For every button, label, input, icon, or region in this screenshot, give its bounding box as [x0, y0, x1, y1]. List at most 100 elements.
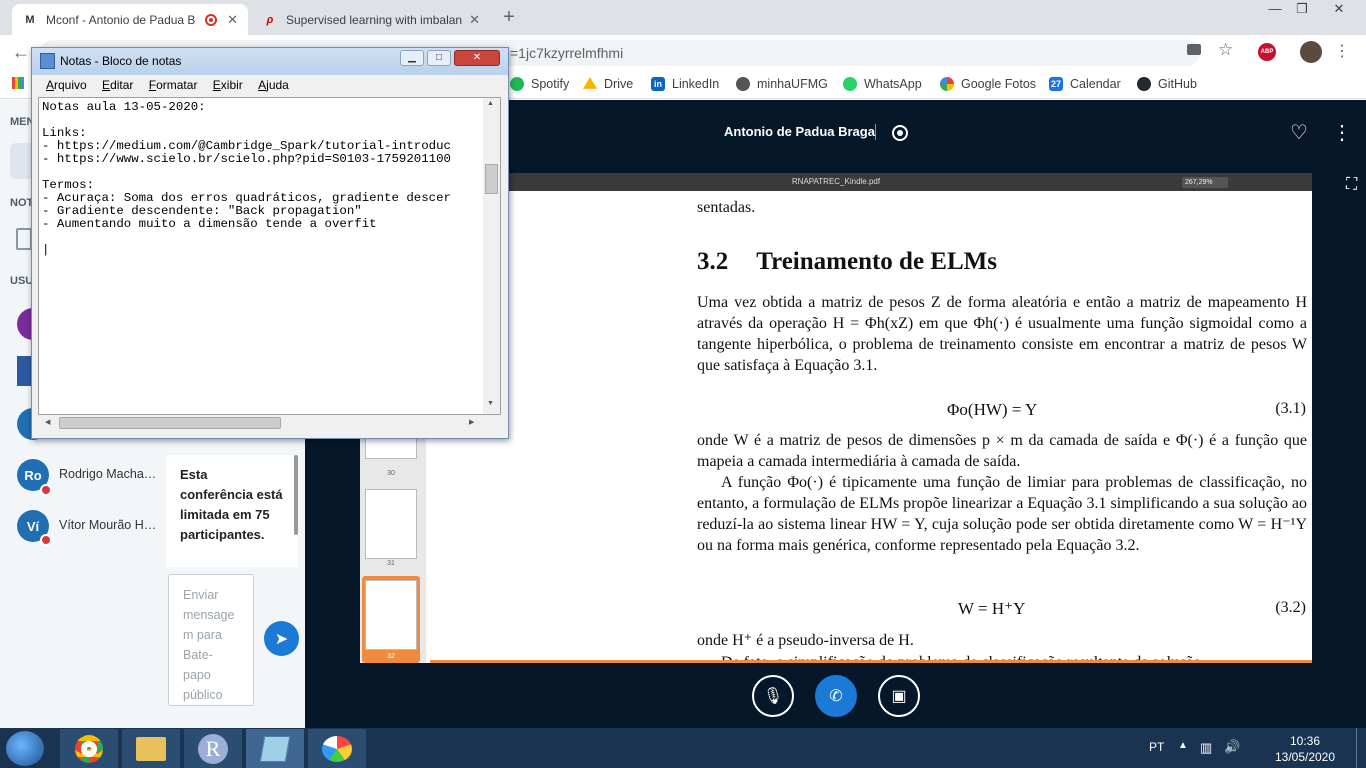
language-indicator[interactable]: PT: [1149, 740, 1164, 754]
bookmark-label: Google Fotos: [961, 77, 1037, 91]
show-desktop-button[interactable]: [1356, 728, 1366, 768]
chrome-icon: [75, 734, 103, 763]
calendar-icon: 27: [1049, 77, 1063, 91]
bookmark-minhaufmg[interactable]: minhaUFMG: [736, 75, 828, 93]
mconf-favicon-icon: M: [25, 13, 35, 26]
bookmark-label: Calendar: [1070, 77, 1121, 91]
divider: [875, 124, 876, 140]
tab-title: Supervised learning with imbalan: [286, 12, 463, 27]
scroll-down-icon[interactable]: ▼: [487, 400, 494, 407]
mic-muted-icon: [40, 534, 52, 546]
chat-scrollbar[interactable]: [294, 455, 298, 535]
bookmark-whatsapp[interactable]: WhatsApp: [843, 75, 922, 93]
tray-expand-icon[interactable]: ▲: [1178, 740, 1188, 751]
taskbar-file-explorer[interactable]: [122, 729, 180, 768]
send-message-button[interactable]: ➤: [264, 621, 299, 656]
url-text: =1jc7kzyrrelmfhmi: [510, 45, 624, 61]
camera-icon[interactable]: [1187, 44, 1201, 55]
notepad-text-area[interactable]: Notas aula 13-05-2020: Links: - https://…: [38, 97, 501, 415]
equation-number: (3.1): [1275, 400, 1306, 417]
close-tab-icon[interactable]: ✕: [469, 12, 480, 28]
send-icon: ➤: [274, 630, 289, 648]
mute-button[interactable]: 🎙: [752, 675, 794, 717]
record-status-icon[interactable]: [892, 125, 908, 141]
scroll-left-icon[interactable]: ◀: [45, 418, 50, 426]
bookmark-label: minhaUFMG: [757, 77, 828, 91]
taskbar-r[interactable]: R: [184, 729, 242, 768]
bookmark-label: WhatsApp: [864, 77, 922, 91]
scroll-up-icon[interactable]: ▲: [487, 100, 494, 107]
paint-icon: [322, 735, 352, 762]
bookmark-spotify[interactable]: Spotify: [510, 75, 569, 93]
globe-icon: [736, 77, 750, 91]
pdf-page: sentadas. 3.2 Treinamento de ELMs Uma vez…: [430, 191, 1312, 663]
start-button[interactable]: [6, 731, 44, 766]
menu-label-rest: ditar: [110, 78, 134, 92]
user-initials: Ro: [24, 467, 42, 483]
users-section-label: USU: [10, 275, 34, 287]
scroll-right-icon[interactable]: ▶: [469, 418, 474, 426]
user-name[interactable]: Rodrigo Macha…: [59, 467, 156, 481]
menu-arquivo[interactable]: Arquivo: [46, 78, 87, 92]
new-tab-button[interactable]: +: [495, 6, 523, 30]
notepad-vertical-scrollbar[interactable]: ▲ ▼: [483, 98, 500, 414]
notepad-title: Notas - Bloco de notas: [60, 54, 182, 68]
chrome-menu-icon[interactable]: ⋮: [1334, 41, 1350, 61]
video-button[interactable]: ▣: [878, 675, 920, 717]
bookmark-linkedin[interactable]: in LinkedIn: [651, 75, 719, 93]
taskbar-chrome[interactable]: [60, 729, 118, 768]
fullscreen-icon[interactable]: ⛶: [1346, 176, 1357, 194]
thumbnail-label: 31: [387, 560, 395, 567]
close-window-icon[interactable]: ✕: [1322, 0, 1356, 18]
chat-message-input[interactable]: Enviar mensagem para Bate-papo público: [168, 574, 254, 706]
user-name[interactable]: Vítor Mourão H…: [59, 518, 156, 532]
notepad-maximize-button[interactable]: □: [427, 50, 451, 66]
menu-accel-key: E: [212, 78, 221, 92]
tab-supervised-learning[interactable]: ρ Supervised learning with imbalan ✕: [252, 4, 490, 35]
clock[interactable]: 10:36 13/05/2020: [1270, 733, 1340, 765]
bookmark-calendar[interactable]: 27 Calendar: [1049, 75, 1121, 93]
section-heading: 3.2 Treinamento de ELMs: [697, 248, 997, 276]
volume-icon[interactable]: 🔊: [1224, 739, 1240, 755]
back-arrow-icon[interactable]: ←: [12, 42, 30, 63]
scroll-thumb[interactable]: [59, 417, 281, 429]
bookmark-google-fotos[interactable]: Google Fotos: [940, 75, 1036, 93]
linkedin-icon: in: [651, 77, 665, 91]
options-menu-icon[interactable]: ⋮: [1332, 120, 1352, 145]
bookmark-star-icon[interactable]: ☆: [1218, 40, 1233, 60]
taskbar-paint[interactable]: [308, 729, 366, 768]
adblock-icon[interactable]: ABP: [1258, 43, 1276, 61]
pdf-text-fragment: sentadas.: [697, 199, 756, 216]
network-icon[interactable]: ▥: [1200, 740, 1212, 756]
menu-ajuda[interactable]: Ajuda: [258, 78, 289, 92]
pdf-zoom-select: 267,29%: [1182, 177, 1228, 188]
pdf-filename: RNAPATREC_Kindle.pdf: [791, 177, 881, 186]
tab-title: Mconf - Antonio de Padua B: [46, 12, 196, 27]
tab-mconf[interactable]: M Mconf - Antonio de Padua B ✕: [12, 4, 248, 35]
heart-icon[interactable]: ♡: [1290, 120, 1308, 145]
github-icon: [1137, 77, 1151, 91]
notepad-close-button[interactable]: ✕: [454, 50, 500, 66]
notepad-minimize-button[interactable]: ▁: [400, 50, 424, 66]
notes-icon[interactable]: [16, 228, 32, 250]
menu-formatar[interactable]: Formatar: [149, 78, 198, 92]
menu-editar[interactable]: Editar: [102, 78, 133, 92]
bookmark-label: LinkedIn: [672, 77, 720, 91]
r-icon: R: [198, 733, 228, 764]
menu-accel-key: A: [258, 78, 267, 92]
thumbnail-label: 32: [387, 653, 395, 660]
menu-exibir[interactable]: Exibir: [213, 78, 243, 92]
bookmark-drive[interactable]: Drive: [583, 75, 633, 93]
pdf-paragraph: Uma vez obtida a matriz de pesos Z de fo…: [697, 294, 1307, 374]
restore-icon[interactable]: ❐: [1285, 0, 1319, 18]
menu-label-rest: rquivo: [54, 78, 87, 92]
thumbnail-label: 30: [387, 470, 395, 477]
taskbar-notepad[interactable]: [246, 729, 304, 768]
close-tab-icon[interactable]: ✕: [227, 12, 238, 28]
notepad-horizontal-scrollbar[interactable]: ◀ ▶: [39, 415, 484, 431]
bookmark-github[interactable]: GitHub: [1137, 75, 1197, 93]
scroll-thumb[interactable]: [485, 164, 498, 194]
audio-button[interactable]: ✆: [815, 675, 857, 717]
profile-avatar[interactable]: [1300, 41, 1322, 63]
apps-grid-icon[interactable]: [12, 77, 24, 89]
